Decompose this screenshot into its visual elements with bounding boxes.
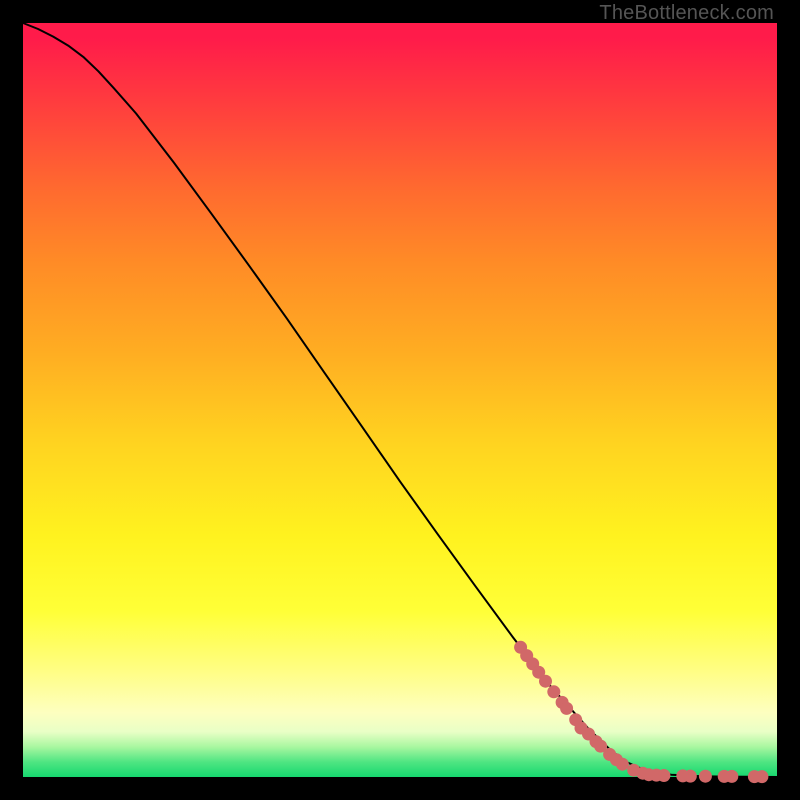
data-marker bbox=[684, 770, 697, 783]
data-marker bbox=[539, 675, 552, 688]
data-marker bbox=[725, 770, 738, 783]
chart-stage: TheBottleneck.com bbox=[0, 0, 800, 800]
data-marker bbox=[755, 770, 768, 783]
watermark-text: TheBottleneck.com bbox=[599, 2, 774, 25]
data-marker bbox=[560, 702, 573, 715]
data-marker bbox=[547, 685, 560, 698]
marker-group bbox=[514, 641, 768, 783]
data-marker bbox=[657, 769, 670, 782]
data-marker bbox=[616, 758, 629, 771]
chart-svg bbox=[23, 23, 777, 777]
performance-curve bbox=[23, 23, 777, 777]
plot-area bbox=[23, 23, 777, 777]
data-marker bbox=[699, 770, 712, 783]
